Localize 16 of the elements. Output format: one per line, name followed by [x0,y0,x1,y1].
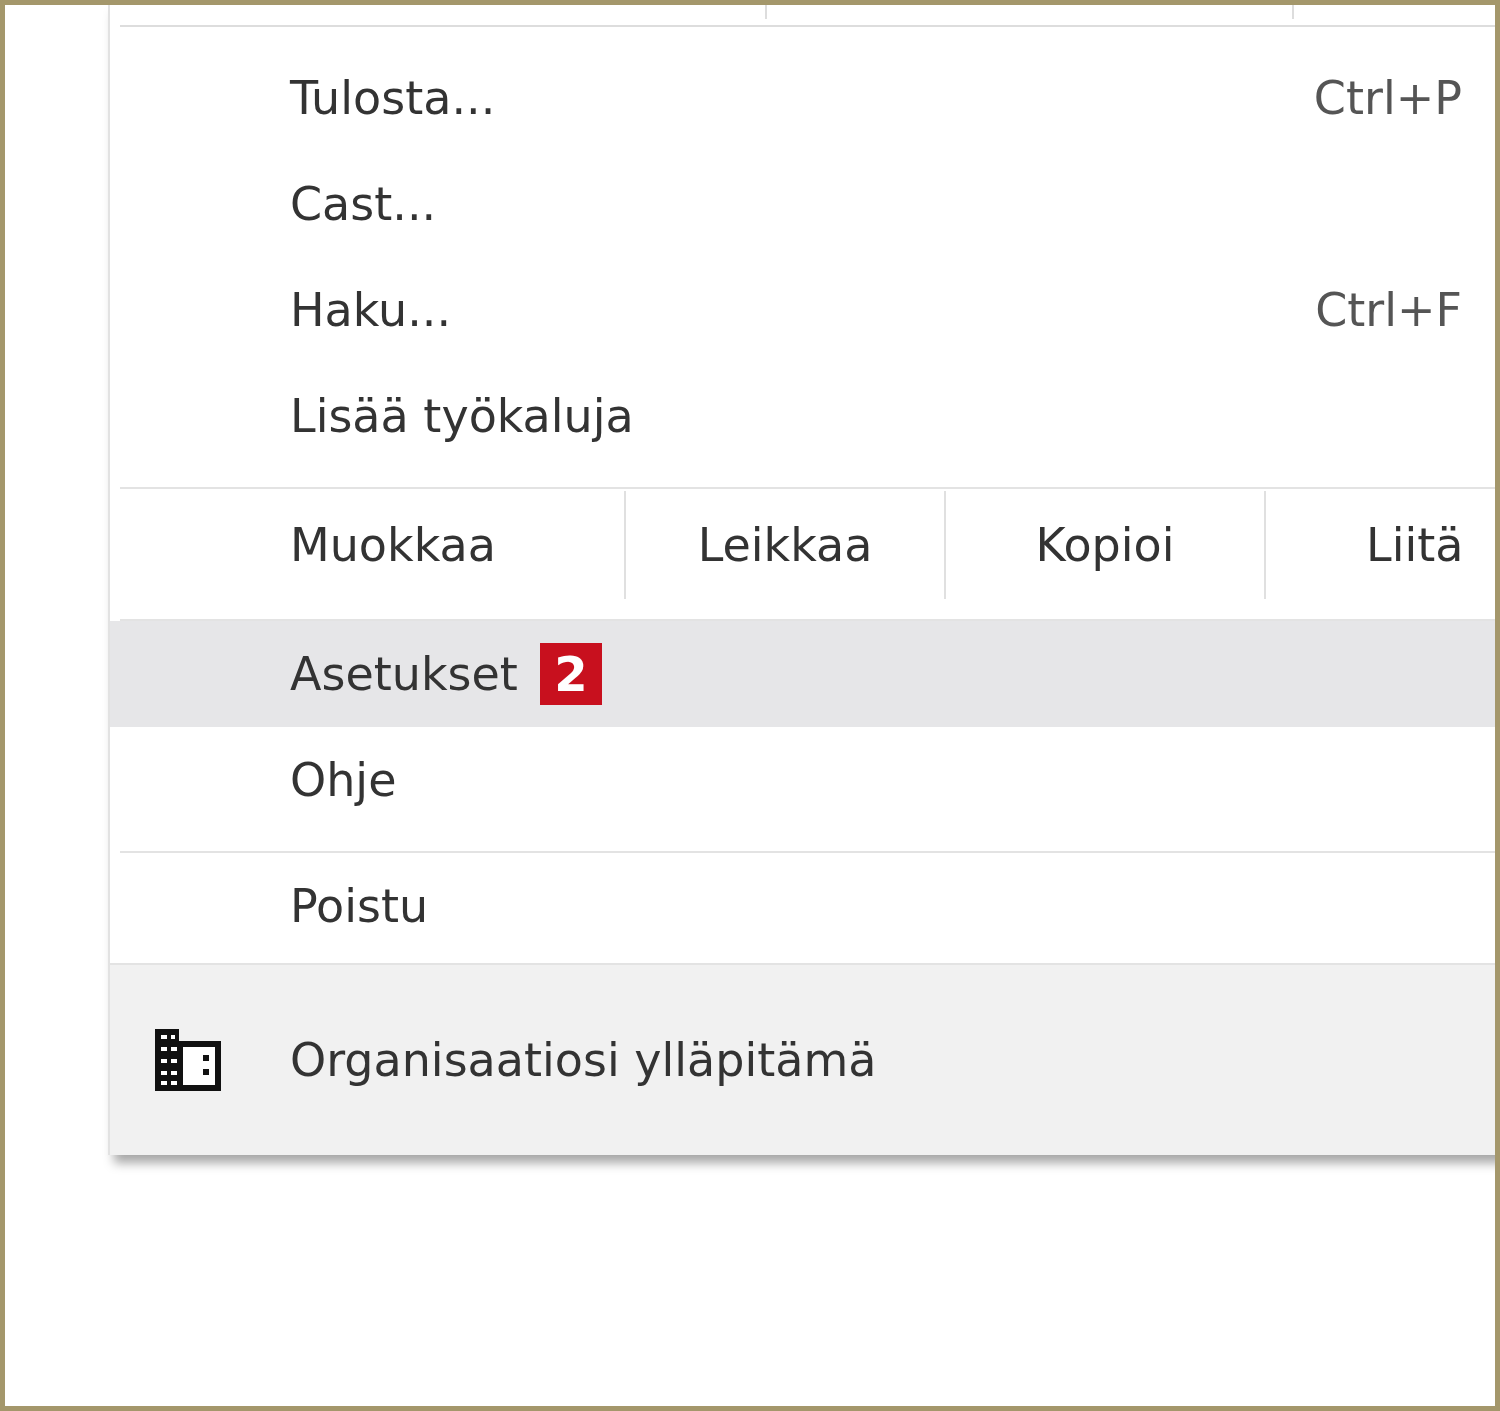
menu-item[interactable]: Asetukset 2 [110,621,1495,727]
edit-button[interactable]: Leikkaa [624,491,944,599]
edit-button[interactable]: Kopioi [944,491,1264,599]
building-icon [155,1029,221,1091]
managed-by-organization-label: Organisaatiosi ylläpitämä [290,1033,877,1087]
menu-item[interactable]: Poistu [110,853,1495,959]
shortcut-label: Ctrl+F [1315,283,1462,337]
menu-item[interactable]: Tulosta... Ctrl+P [110,45,1495,151]
edit-button[interactable]: Liitä [1264,491,1495,599]
notification-badge: 2 [539,643,602,705]
menu-item[interactable]: Ohje [110,727,1495,833]
edit-label: Muokkaa [290,517,497,574]
menu-item[interactable]: Cast... [110,151,1495,257]
shortcut-label: Ctrl+P [1313,71,1462,125]
menu-item[interactable]: Lisää työkaluja [110,363,1495,469]
menu-item[interactable]: Haku... Ctrl+F [110,257,1495,363]
